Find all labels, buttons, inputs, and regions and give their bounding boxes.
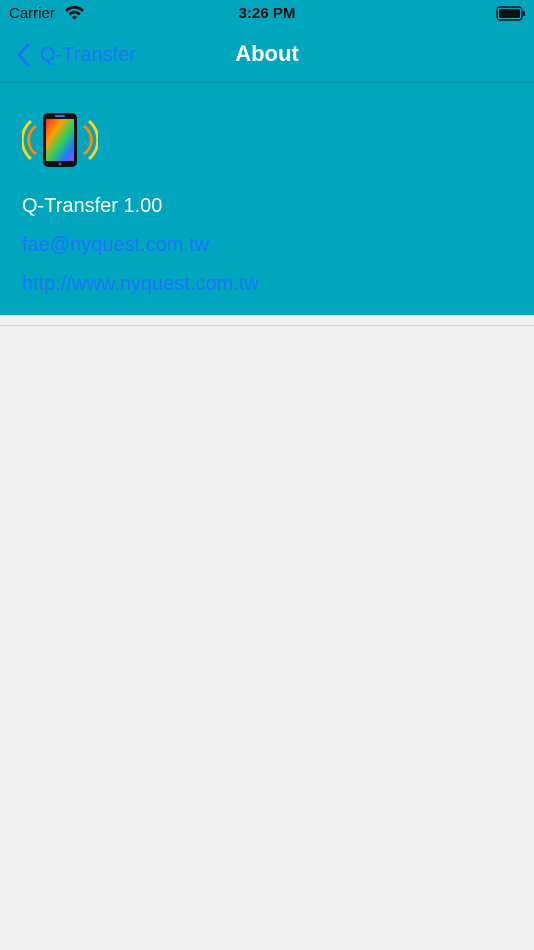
- navigation-bar: Q-Transfer About: [0, 28, 534, 83]
- website-link[interactable]: http://www.nyquest.com.tw: [22, 272, 259, 296]
- battery-icon: [496, 6, 525, 21]
- status-time: 3:26 PM: [238, 5, 296, 22]
- phone-signal-icon: [22, 113, 98, 167]
- page-title: About: [235, 41, 299, 66]
- email-link[interactable]: fae@nyquest.com.tw: [22, 233, 209, 257]
- status-bar: Carrier 3:26 PM: [0, 0, 534, 28]
- app-version: Q-Transfer 1.00: [22, 195, 163, 217]
- about-panel: Q-Transfer 1.00 fae@nyquest.com.tw http:…: [0, 83, 534, 315]
- section-divider: [0, 325, 534, 326]
